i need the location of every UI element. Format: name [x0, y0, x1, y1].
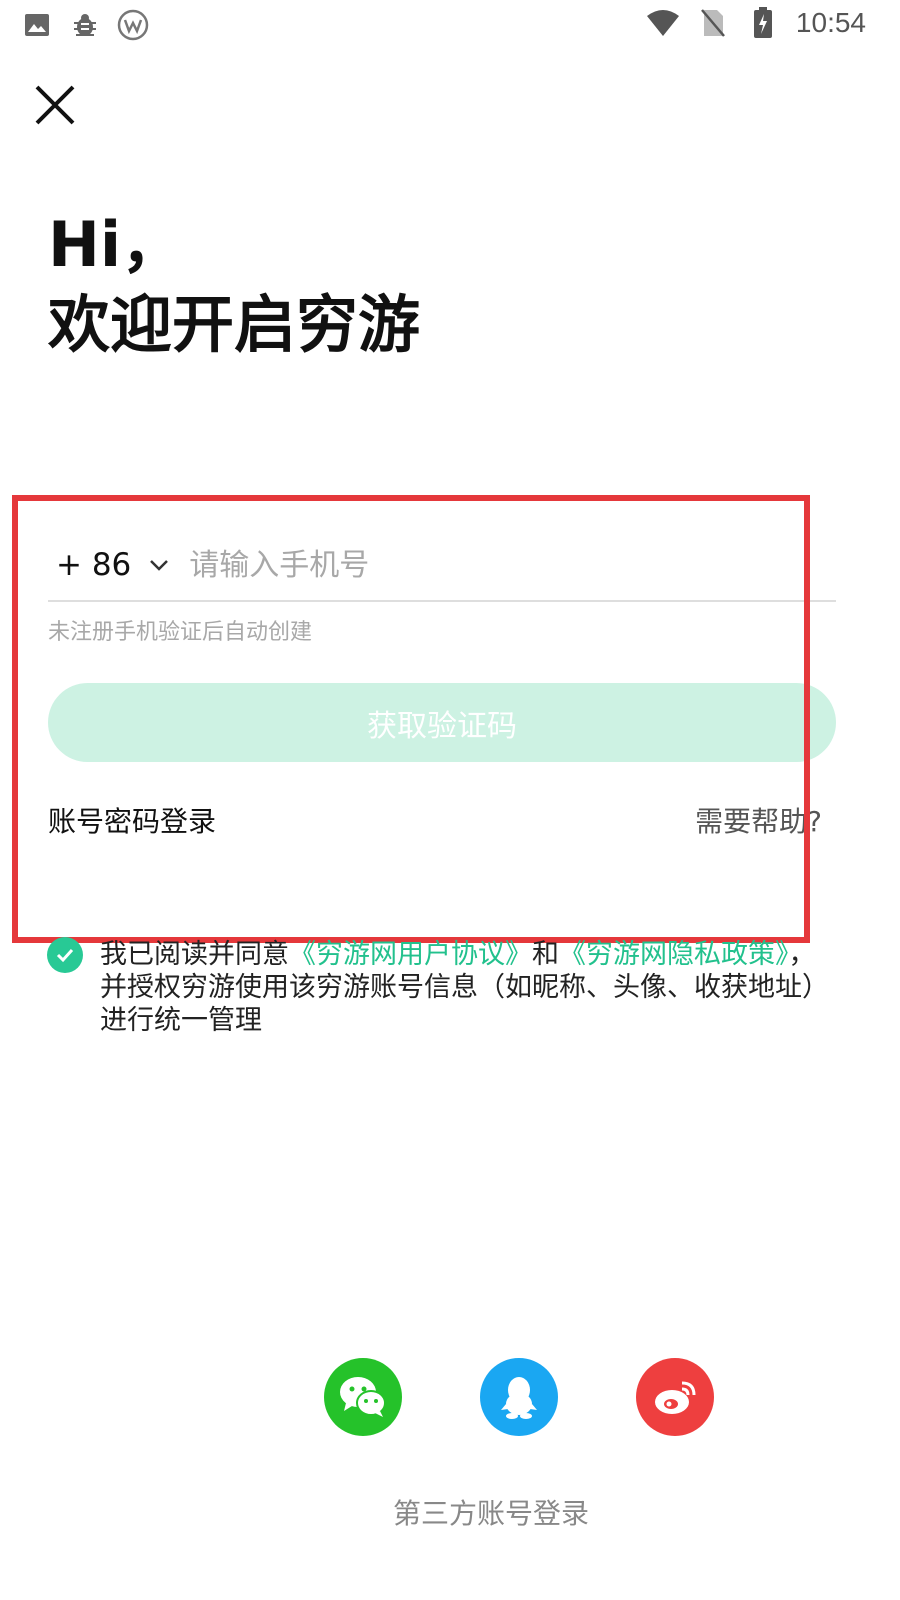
qq-icon	[501, 1377, 537, 1419]
phone-row: + 86	[48, 530, 836, 602]
password-login-link[interactable]: 账号密码登录	[48, 800, 216, 840]
greeting-line-2: 欢迎开启穷游	[48, 288, 421, 361]
no-sim-icon	[696, 6, 730, 40]
wechat-login-button[interactable]	[324, 1358, 402, 1436]
third-party-login-label: 第三方账号登录	[392, 1497, 589, 1530]
phone-input[interactable]	[189, 547, 750, 583]
weibo-login-button[interactable]	[636, 1358, 714, 1436]
chevron-down-icon	[150, 560, 169, 571]
get-code-button[interactable]: 获取验证码	[48, 683, 836, 762]
battery-icon	[746, 6, 780, 40]
status-bar: 10:54	[0, 0, 900, 50]
close-button[interactable]	[30, 80, 80, 130]
weibo-icon	[655, 1381, 696, 1414]
wechat-icon	[340, 1377, 386, 1417]
agreement-and: 和	[532, 939, 559, 970]
w-logo-icon	[116, 8, 150, 42]
agree-checkbox[interactable]	[47, 937, 83, 973]
bug-icon	[68, 8, 102, 42]
wifi-icon	[646, 6, 680, 40]
greeting-line-1: Hi，	[48, 208, 184, 281]
qq-login-button[interactable]	[480, 1358, 558, 1436]
agreement-prefix: 我已阅读并同意	[100, 939, 289, 970]
agreement-text: 我已阅读并同意《穷游网用户协议》和《穷游网隐私政策》，并授权穷游使用该穷游账号信…	[100, 938, 820, 1037]
country-code-selector[interactable]: + 86	[48, 547, 169, 583]
user-agreement-link[interactable]: 《穷游网用户协议》	[289, 939, 532, 970]
check-icon	[56, 948, 74, 963]
close-icon	[35, 85, 75, 125]
status-bar-right: 10:54	[646, 6, 866, 40]
greeting: Hi， 欢迎开启穷游	[48, 205, 420, 365]
privacy-policy-link[interactable]: 《穷游网隐私政策》	[559, 939, 789, 970]
phone-hint: 未注册手机验证后自动创建	[48, 620, 313, 645]
status-bar-left	[20, 8, 150, 42]
status-time: 10:54	[795, 7, 866, 38]
help-link[interactable]: 需要帮助?	[695, 800, 822, 840]
country-code-value: + 86	[56, 547, 132, 583]
image-icon	[20, 8, 54, 42]
